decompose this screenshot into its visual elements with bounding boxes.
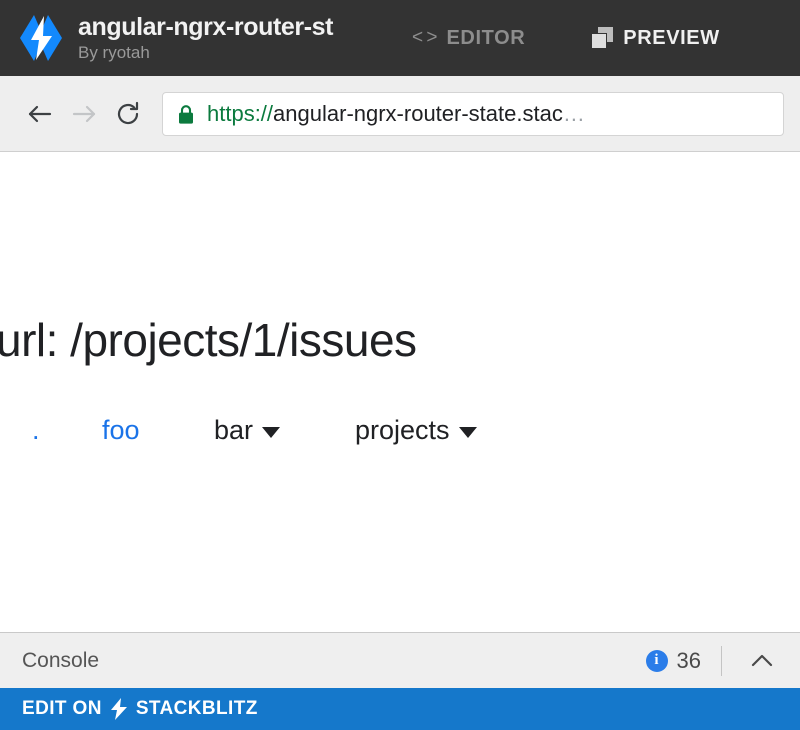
nav-dropdown-projects-label: projects	[355, 415, 450, 445]
tab-preview-label: PREVIEW	[623, 26, 720, 49]
tab-editor-label: EDITOR	[446, 26, 526, 49]
url-truncation-ellipsis: …	[562, 100, 585, 126]
padlock-icon	[177, 104, 195, 124]
reload-icon	[117, 101, 139, 124]
preview-viewport: url: /projects/1/issues . foo bar projec…	[0, 152, 800, 632]
stackblitz-header: angular-ngrx-router-st By ryotah < > EDI…	[0, 0, 800, 76]
tab-editor[interactable]: < > EDITOR	[412, 27, 525, 50]
page-title: angular-ngrx-router-st	[78, 13, 334, 41]
lightning-bolt-icon	[110, 698, 127, 720]
arrow-left-icon	[28, 105, 52, 122]
url-text: https://angular-ngrx-router-state.stac…	[207, 101, 585, 127]
console-divider	[721, 645, 722, 676]
app-url-heading: url: /projects/1/issues	[0, 314, 417, 366]
edit-on-stackblitz-bar[interactable]: EDIT ON STACKBLITZ	[0, 688, 800, 730]
stackblitz-bolt-logo[interactable]	[14, 11, 68, 65]
window-panels-icon	[591, 27, 614, 49]
url-host: angular-ngrx-router-state.stac	[273, 100, 563, 126]
info-circle-icon: i	[645, 649, 668, 672]
console-expand-button[interactable]	[742, 641, 782, 681]
nav-link-dot[interactable]: .	[32, 414, 40, 446]
edit-on-prefix: EDIT ON	[22, 698, 102, 719]
edit-on-stackblitz-label: EDIT ON STACKBLITZ	[22, 698, 258, 720]
tab-preview[interactable]: PREVIEW	[591, 27, 719, 50]
nav-dropdown-bar-label: bar	[214, 415, 254, 445]
project-author: By ryotah	[78, 43, 150, 62]
chevron-down-icon	[458, 426, 477, 438]
stackblitz-preview-window: angular-ngrx-router-st By ryotah < > EDI…	[0, 0, 800, 730]
nav-link-foo[interactable]: foo	[102, 414, 140, 446]
arrow-right-icon	[72, 105, 96, 122]
chevron-down-icon	[262, 426, 281, 438]
console-count-value: 36	[676, 647, 701, 673]
forward-button[interactable]	[62, 92, 106, 136]
console-bar[interactable]: Console i 36	[0, 632, 800, 688]
code-brackets-icon: < >	[412, 27, 438, 48]
chevron-up-icon	[751, 654, 773, 666]
console-info-count[interactable]: i 36	[645, 647, 701, 674]
browser-toolbar: https://angular-ngrx-router-state.stac…	[0, 76, 800, 152]
reload-button[interactable]	[106, 92, 150, 136]
stackblitz-brand: STACKBLITZ	[135, 698, 258, 719]
nav-dropdown-bar[interactable]: bar	[214, 414, 281, 446]
console-label: Console	[22, 648, 100, 672]
back-button[interactable]	[18, 92, 62, 136]
url-scheme: https://	[207, 100, 274, 126]
nav-dropdown-projects[interactable]: projects	[355, 414, 477, 446]
url-input[interactable]: https://angular-ngrx-router-state.stac…	[162, 91, 784, 136]
project-info: angular-ngrx-router-st By ryotah	[78, 12, 398, 64]
